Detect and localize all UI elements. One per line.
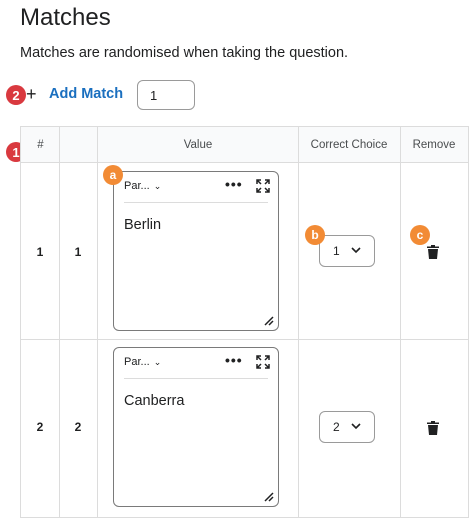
column-divider [97, 127, 98, 517]
trash-icon[interactable] [427, 245, 439, 259]
row-match-number: 2 [74, 420, 82, 434]
callout-badge-a: a [103, 165, 123, 185]
chevron-down-icon [351, 423, 361, 430]
page-title: Matches [20, 4, 111, 31]
column-divider [298, 127, 299, 517]
matches-table: # Value Correct Choice Remove 1 1 Par...… [20, 126, 469, 518]
chevron-down-icon: ⌄ [153, 181, 162, 191]
match-count-input[interactable]: 1 [137, 80, 195, 110]
callout-badge-b: b [305, 225, 325, 245]
header-remove: Remove [400, 127, 468, 163]
trash-icon[interactable] [427, 421, 439, 435]
header-correct-choice: Correct Choice [298, 127, 400, 163]
paragraph-format-dropdown[interactable]: Par... ⌄ [124, 180, 161, 192]
correct-choice-select[interactable]: 2 [319, 411, 375, 443]
paragraph-format-dropdown[interactable]: Par... ⌄ [124, 356, 161, 368]
row-match-number: 1 [74, 245, 82, 259]
correct-choice-select[interactable]: 1 [319, 235, 375, 267]
resize-handle-icon[interactable] [262, 490, 274, 502]
row-index: 2 [36, 420, 44, 434]
chevron-down-icon: ⌄ [153, 357, 162, 367]
editor-text[interactable]: Berlin [124, 217, 161, 233]
column-divider [59, 127, 60, 517]
header-value: Value [98, 127, 298, 163]
more-options-icon[interactable]: ••• [225, 176, 243, 192]
expand-icon[interactable] [256, 179, 270, 193]
column-divider [400, 127, 401, 517]
match-editor[interactable]: Par... ⌄ ••• Canberra [113, 347, 279, 507]
header-number: # [21, 127, 60, 163]
step-badge-2: 2 [6, 85, 26, 105]
chevron-down-icon [351, 247, 361, 254]
plus-icon[interactable]: + [26, 84, 37, 105]
row-index: 1 [36, 245, 44, 259]
callout-badge-c: c [410, 225, 430, 245]
more-options-icon[interactable]: ••• [225, 352, 243, 368]
expand-icon[interactable] [256, 355, 270, 369]
editor-text[interactable]: Canberra [124, 393, 184, 409]
add-match-link[interactable]: Add Match [49, 86, 123, 102]
editor-toolbar: Par... ⌄ ••• [124, 172, 270, 203]
row-divider [21, 339, 468, 340]
header-blank [60, 127, 98, 163]
select-value: 2 [333, 420, 340, 434]
resize-handle-icon[interactable] [262, 314, 274, 326]
editor-toolbar: Par... ⌄ ••• [124, 348, 270, 379]
page-description: Matches are randomised when taking the q… [20, 45, 349, 61]
select-value: 1 [333, 244, 340, 258]
match-editor[interactable]: Par... ⌄ ••• Berlin [113, 171, 279, 331]
